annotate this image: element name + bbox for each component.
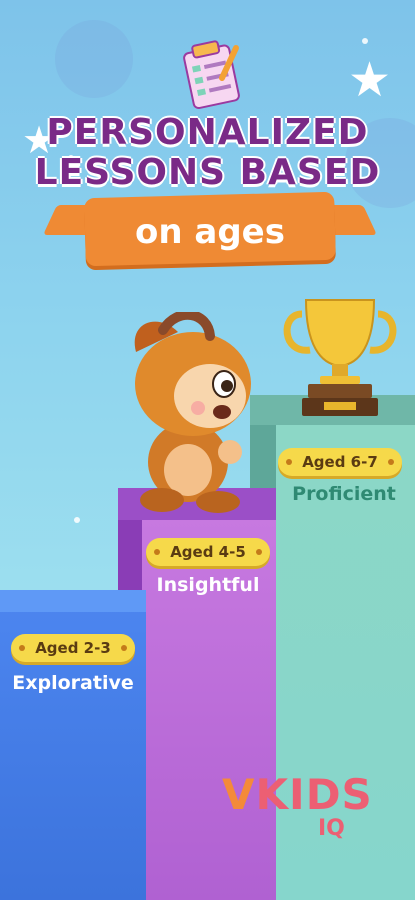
level-age-text: Aged 6-7 [302, 453, 378, 471]
level-age-badge: Aged 6-7 [278, 448, 402, 476]
logo-sub: IQ [318, 816, 345, 841]
ribbon-text: on ages [135, 212, 285, 252]
vkids-logo: VKIDS [222, 770, 373, 819]
level-name-proficient: Proficient [292, 483, 396, 505]
decor-bubble [55, 20, 133, 98]
heading-line-2: LESSONS BASED [34, 152, 381, 193]
star-icon: ★ [348, 52, 392, 108]
level-age-text: Aged 2-3 [35, 639, 111, 657]
monkey-character-icon [134, 312, 251, 513]
level-age-badge: Aged 4-5 [146, 538, 270, 566]
level-name-insightful: Insightful [156, 574, 260, 596]
level-age-text: Aged 4-5 [170, 543, 246, 561]
step-explorative-top [0, 590, 146, 612]
trophy-icon [283, 299, 397, 416]
decor-dot [362, 38, 368, 44]
heading-line-1: PERSONALIZED [46, 112, 369, 153]
decor-dot [74, 517, 80, 523]
level-name-explorative: Explorative [12, 672, 134, 694]
level-age-badge: Aged 2-3 [11, 634, 135, 662]
clipboard-icon [183, 40, 240, 110]
logo-wordmark: KIDS [255, 770, 373, 819]
